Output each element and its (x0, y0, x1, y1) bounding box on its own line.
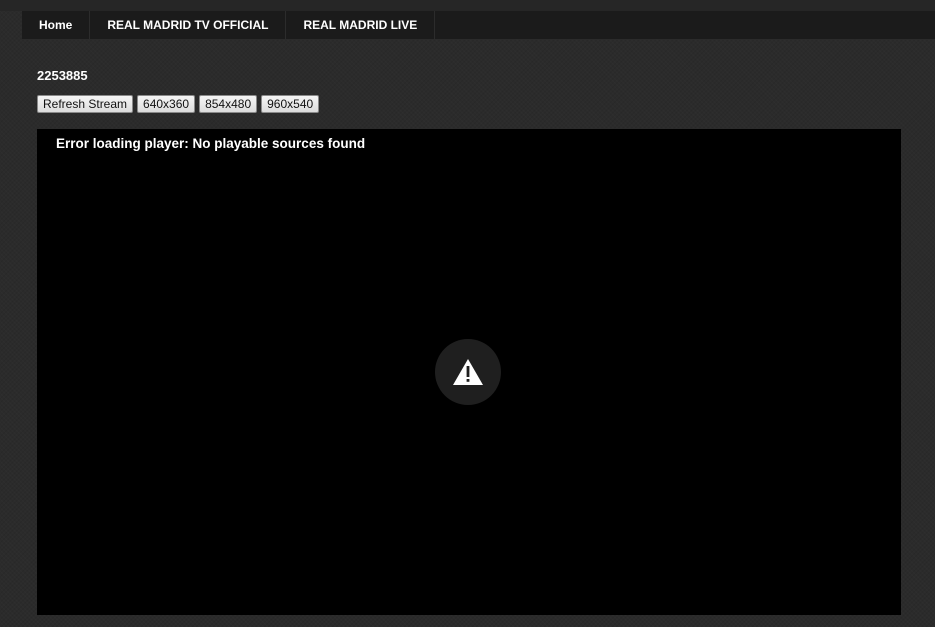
nav-item-real-madrid-tv-official[interactable]: REAL MADRID TV OFFICIAL (90, 11, 287, 39)
stream-controls: Refresh Stream 640x360 854x480 960x540 (37, 95, 320, 113)
main-navbar: Home REAL MADRID TV OFFICIAL REAL MADRID… (22, 11, 935, 39)
warning-triangle-icon (453, 359, 483, 385)
player-error-message: Error loading player: No playable source… (56, 136, 366, 151)
refresh-stream-button[interactable]: Refresh Stream (37, 95, 134, 113)
nav-item-real-madrid-live[interactable]: REAL MADRID LIVE (286, 11, 436, 39)
size-640x360-button[interactable]: 640x360 (137, 95, 196, 113)
video-player[interactable]: Error loading player: No playable source… (37, 129, 901, 615)
size-960x540-button[interactable]: 960x540 (261, 95, 320, 113)
size-854x480-button[interactable]: 854x480 (199, 95, 258, 113)
top-strip (0, 0, 935, 11)
nav-item-home[interactable]: Home (22, 11, 91, 39)
warning-icon-container (435, 339, 501, 405)
page-title: 2253885 (37, 68, 88, 83)
